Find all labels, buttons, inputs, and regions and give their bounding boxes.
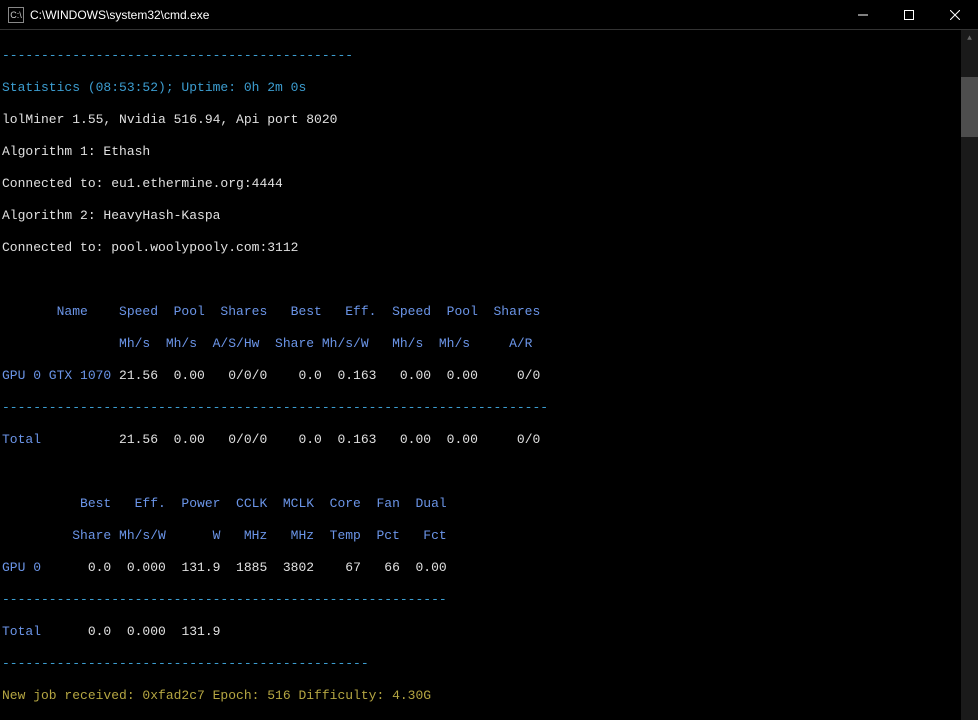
table1-header1: Name Speed Pool Shares Best Eff. Speed P…	[2, 304, 976, 320]
cmd-icon: C:\	[8, 7, 24, 23]
table2-header1: Best Eff. Power CCLK MCLK Core Fan Dual	[2, 496, 976, 512]
job-line: New job received: 0xfad2c7 Epoch: 516 Di…	[2, 688, 976, 704]
table2-sep: ----------------------------------------…	[2, 592, 976, 608]
total-values: 21.56 0.00 0/0/0 0.0 0.163 0.00 0.00 0/0	[41, 432, 540, 447]
scrollbar-thumb[interactable]	[961, 77, 978, 137]
total2-label: Total	[2, 624, 41, 639]
window-controls	[840, 0, 978, 29]
gpu-values: 21.56 0.00 0/0/0 0.0 0.163 0.00 0.00 0/0	[111, 368, 540, 383]
algorithm-2: Algorithm 2: HeavyHash-Kaspa	[2, 208, 976, 224]
gpu2-label: GPU 0	[2, 560, 41, 575]
algorithm-1: Algorithm 1: Ethash	[2, 144, 976, 160]
table2-sep2: ----------------------------------------…	[2, 656, 976, 672]
window-title: C:\WINDOWS\system32\cmd.exe	[30, 7, 840, 23]
separator-line: ----------------------------------------…	[2, 48, 976, 64]
table1-sep: ----------------------------------------…	[2, 400, 976, 416]
table2-header2: Share Mh/s/W W MHz MHz Temp Pct Fct	[2, 528, 976, 544]
scrollbar-up-button[interactable]: ▲	[961, 30, 978, 47]
close-button[interactable]	[932, 0, 978, 29]
gpu2-values: 0.0 0.000 131.9 1885 3802 67 66 0.00	[41, 560, 447, 575]
connection-1: Connected to: eu1.ethermine.org:4444	[2, 176, 976, 192]
minimize-button[interactable]	[840, 0, 886, 29]
titlebar: C:\ C:\WINDOWS\system32\cmd.exe	[0, 0, 978, 30]
total2-values: 0.0 0.000 131.9	[41, 624, 220, 639]
total-label: Total	[2, 432, 41, 447]
scrollbar[interactable]: ▲	[961, 30, 978, 720]
maximize-button[interactable]	[886, 0, 932, 29]
connection-2: Connected to: pool.woolypooly.com:3112	[2, 240, 976, 256]
gpu-label: GPU 0 GTX 1070	[2, 368, 111, 383]
table1-header2: Mh/s Mh/s A/S/Hw Share Mh/s/W Mh/s Mh/s …	[2, 336, 976, 352]
miner-version: lolMiner 1.55, Nvidia 516.94, Api port 8…	[2, 112, 976, 128]
terminal-output[interactable]: ----------------------------------------…	[0, 30, 978, 720]
stats-header: Statistics (08:53:52); Uptime: 0h 2m 0s	[2, 80, 976, 96]
